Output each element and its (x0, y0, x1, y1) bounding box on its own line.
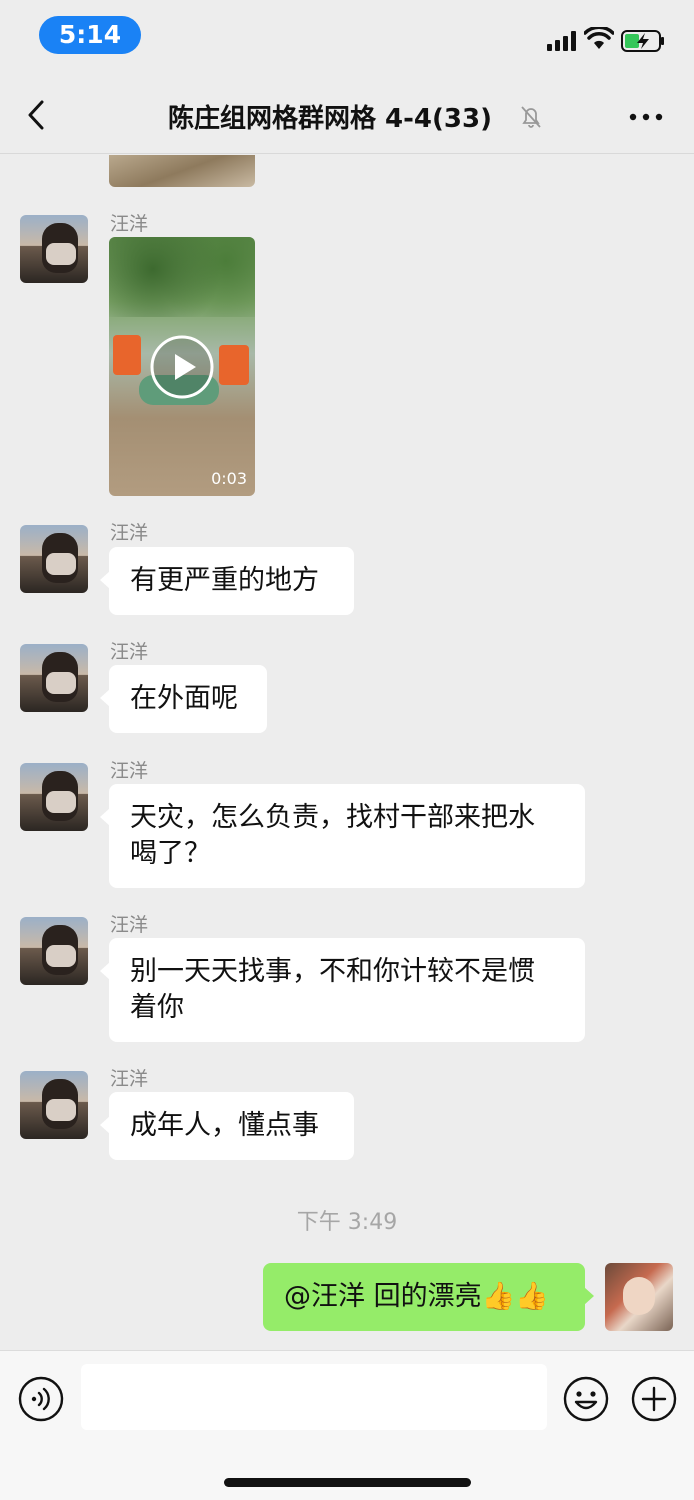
avatar[interactable] (20, 215, 88, 283)
wifi-icon (584, 27, 614, 49)
ellipsis-icon[interactable] (628, 107, 664, 127)
status-time: 5:14 (39, 16, 141, 54)
timestamp: 下午 3:49 (296, 1210, 398, 1235)
avatar[interactable] (20, 763, 88, 831)
battery-charging-icon (621, 30, 664, 52)
message-text-line: 别一天天找事，不和你计较不是惯 (130, 956, 535, 987)
message-text-line: 天灾，怎么负责，找村干部来把水 (130, 802, 535, 833)
message-bubble[interactable]: 成年人，懂点事 (100, 1092, 354, 1160)
message-list[interactable]: 汪洋 0:03 汪洋 有更严重的地方 汪洋 在外面呢 汪洋 天灾，怎么负责，找村… (0, 155, 694, 1350)
message-bubble[interactable]: 有更严重的地方 (100, 547, 354, 615)
message-bubble[interactable]: 别一天天找事，不和你计较不是惯 着你 (100, 938, 585, 1042)
video-message[interactable]: 0:03 (109, 237, 255, 496)
avatar[interactable] (20, 917, 88, 985)
input-bar (0, 1350, 694, 1500)
sender-name: 汪洋 (110, 1068, 149, 1090)
chat-header: 陈庄组网格群网格 4-4(33) (0, 76, 694, 154)
my-avatar[interactable] (605, 1263, 673, 1331)
image-message-partial[interactable] (109, 155, 255, 187)
message-bubble[interactable]: 天灾，怎么负责，找村干部来把水 喝了？ (100, 784, 585, 888)
cellular-signal-icon (547, 31, 576, 51)
emoji-icon[interactable] (563, 1376, 609, 1422)
message-text-line: 喝了？ (130, 838, 211, 869)
video-duration: 0:03 (211, 469, 247, 488)
message-text: 有更严重的地方 (130, 565, 319, 596)
home-indicator (224, 1478, 471, 1487)
status-bar: 5:14 (0, 0, 694, 76)
message-text: 成年人，懂点事 (130, 1110, 319, 1141)
bell-slash-icon (521, 106, 541, 128)
message-text: @汪洋 回的漂亮👍👍 (284, 1281, 549, 1312)
sender-name: 汪洋 (110, 914, 149, 936)
avatar[interactable] (20, 1071, 88, 1139)
chat-title: 陈庄组网格群网格 4-4(33) (168, 104, 492, 134)
message-text: 在外面呢 (130, 683, 238, 714)
message-bubble[interactable]: 在外面呢 (100, 665, 267, 733)
sender-name: 汪洋 (110, 760, 149, 782)
message-input[interactable] (81, 1364, 547, 1430)
my-message-bubble[interactable]: @汪洋 回的漂亮👍👍 (263, 1263, 594, 1331)
sender-name: 汪洋 (110, 641, 149, 663)
plus-icon[interactable] (631, 1376, 677, 1422)
voice-icon[interactable] (18, 1376, 64, 1422)
sender-name: 汪洋 (110, 213, 149, 235)
sender-name: 汪洋 (110, 522, 149, 544)
avatar[interactable] (20, 644, 88, 712)
message-text-line: 着你 (130, 992, 184, 1023)
play-icon[interactable] (149, 334, 215, 400)
avatar[interactable] (20, 525, 88, 593)
chevron-left-icon[interactable] (22, 98, 50, 132)
